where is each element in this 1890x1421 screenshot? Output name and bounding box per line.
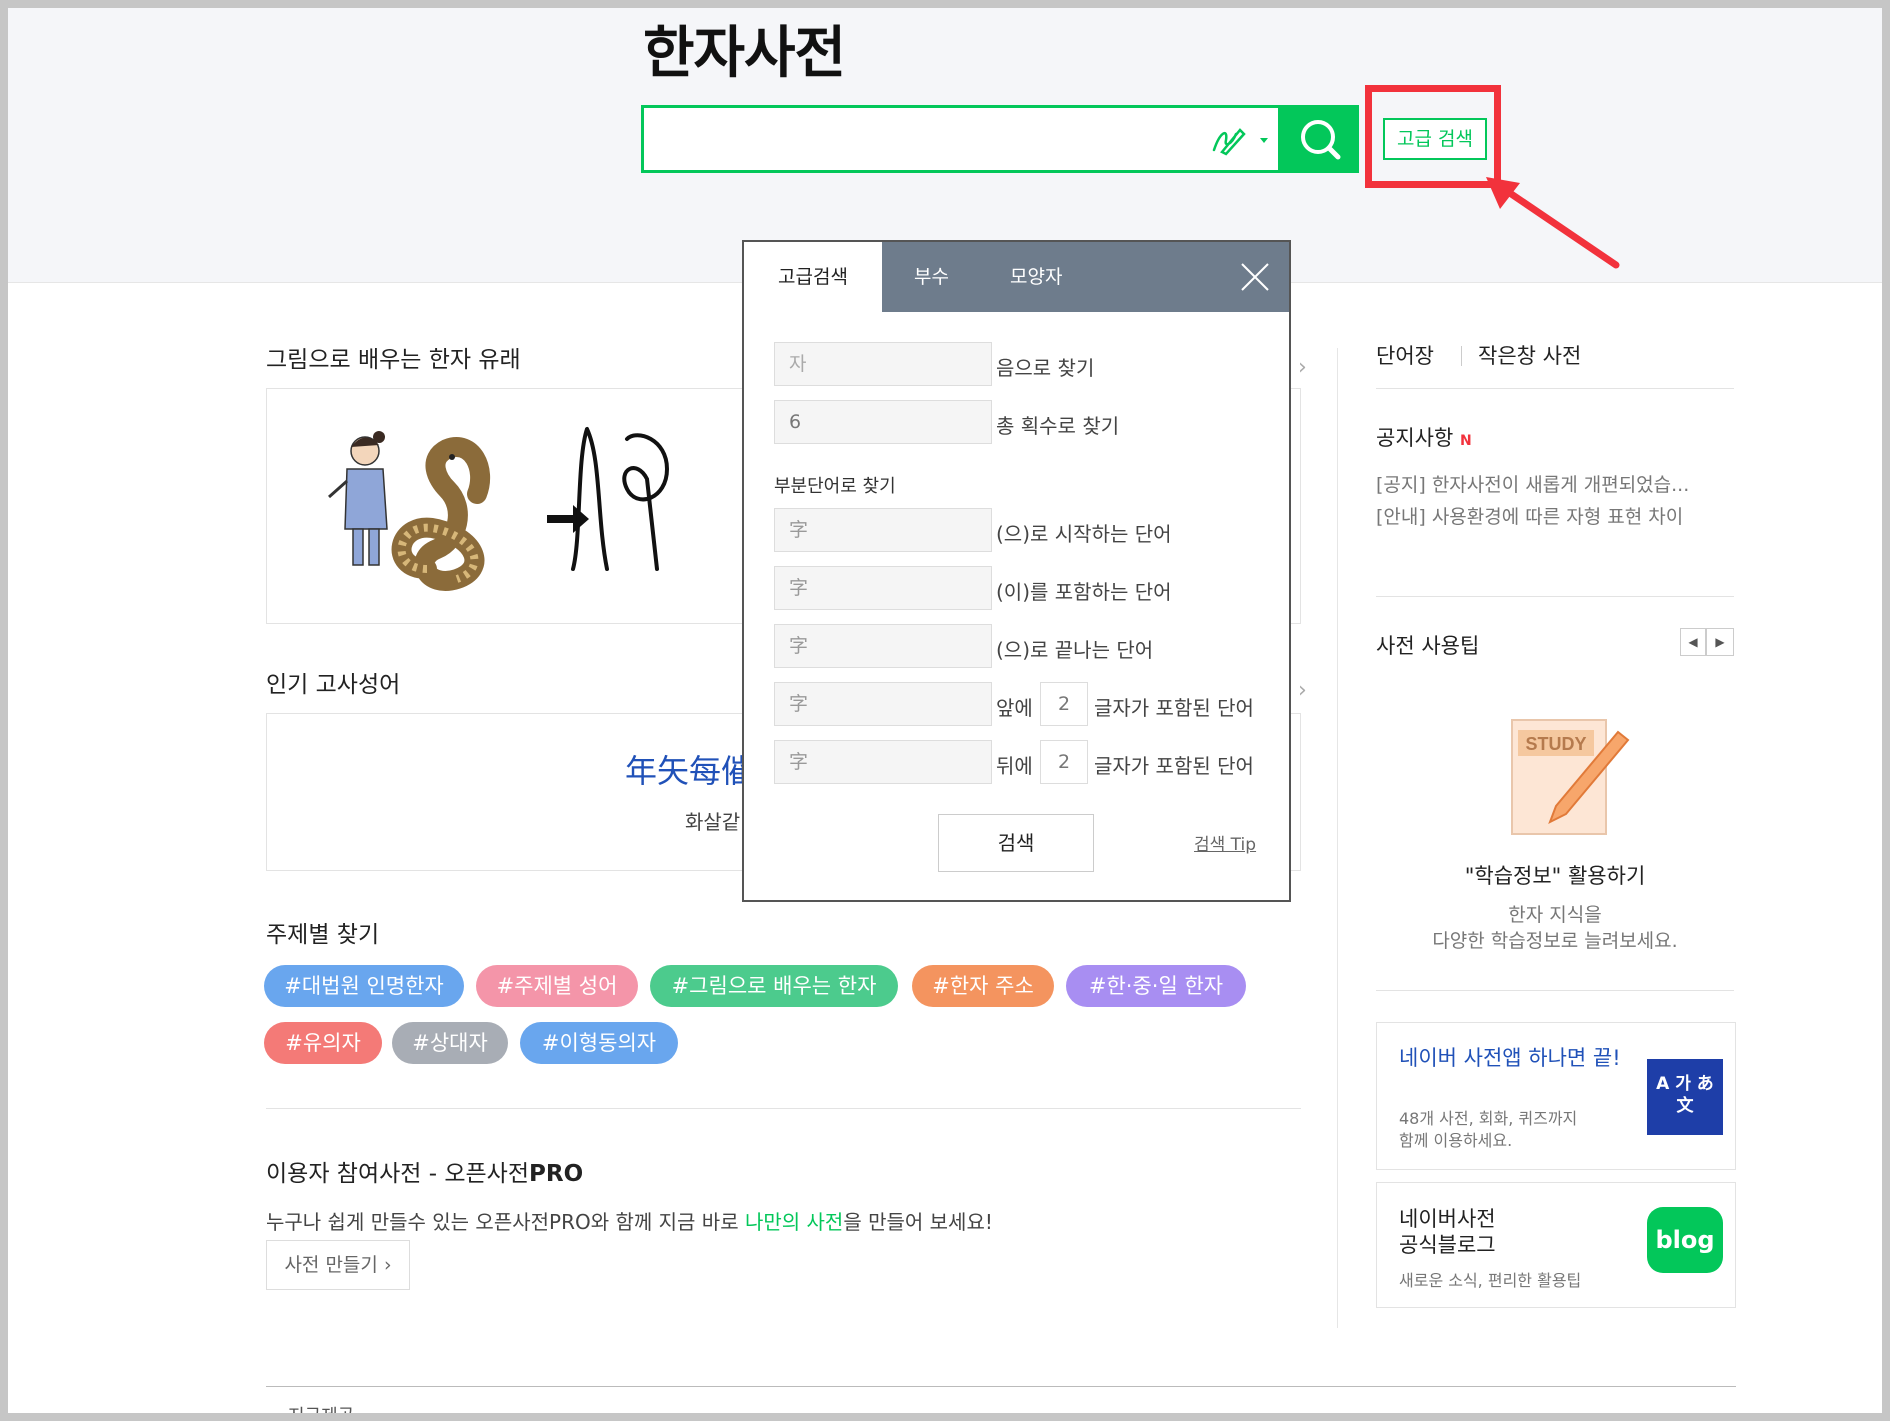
notice-item-1[interactable]: [공지] 한자사전이 새롭게 개편되었습... (1376, 470, 1734, 497)
stroke-count-label: 총 획수로 찾기 (996, 414, 1120, 438)
tab-radical[interactable]: 부수 (914, 242, 949, 312)
make-dictionary-label: 사전 만들기 (284, 1254, 378, 1276)
ends-with-label: (으)로 끝나는 단어 (996, 638, 1154, 662)
search-box[interactable] (641, 105, 1281, 173)
column-separator (1337, 348, 1338, 1328)
app-promo-title: 네이버 사전앱 하나면 끝! (1399, 1046, 1621, 1070)
idiom-hanja[interactable]: 年矢每催 (625, 746, 753, 792)
tips-desc-1: 한자 지식을 (1508, 904, 1602, 926)
back-count-label: 글자가 포함된 단어 (1094, 754, 1254, 778)
search-input[interactable] (654, 116, 1188, 164)
contains-label: (이)를 포함하는 단어 (996, 580, 1172, 604)
open-dict-pro: PRO (529, 1161, 584, 1187)
tab-shape[interactable]: 모양자 (1010, 242, 1062, 312)
handwriting-icon (1212, 128, 1268, 156)
theme-tag-4[interactable]: #한자 주소 (912, 965, 1054, 1007)
partial-word-title: 부분단어로 찾기 (774, 476, 896, 497)
notice-title-text: 공지사항 (1376, 426, 1454, 450)
make-dictionary-button[interactable]: 사전 만들기 › (266, 1240, 410, 1290)
tips-desc-2: 다양한 학습정보로 늘려보세요. (1432, 930, 1678, 952)
dialog-search-button[interactable]: 검색 (938, 814, 1094, 872)
back-input[interactable]: 字 (774, 740, 992, 784)
search-button[interactable] (1281, 105, 1359, 173)
tab-advanced[interactable]: 고급검색 (744, 242, 882, 312)
page-title: 한자사전 (643, 21, 846, 86)
front-label: 앞에 (996, 696, 1033, 720)
sidebar-divider-3 (1376, 990, 1734, 991)
theme-tag-2[interactable]: #주제별 성어 (476, 965, 638, 1007)
theme-tag-7[interactable]: #상대자 (392, 1022, 508, 1064)
footer-divider (266, 1386, 1736, 1387)
blog-icon: blog (1647, 1207, 1723, 1273)
tips-title: 사전 사용팁 (1376, 634, 1480, 658)
notice-title: 공지사항 N (1376, 422, 1472, 452)
dialog-tab-bar: 고급검색 부수 모양자 (744, 242, 1289, 312)
sound-label: 음으로 찾기 (996, 356, 1095, 380)
blog-promo-title-2: 공식블로그 (1399, 1233, 1496, 1257)
contains-input[interactable]: 字 (774, 566, 992, 610)
tips-next-button[interactable]: ▶ (1706, 628, 1734, 656)
theme-tag-1[interactable]: #대법원 인명한자 (264, 965, 464, 1007)
ends-with-input[interactable]: 字 (774, 624, 992, 668)
mini-dictionary-link[interactable]: 작은창 사전 (1478, 340, 1581, 370)
link-separator (1461, 346, 1462, 366)
open-dict-desc: 누구나 쉽게 만들수 있는 오픈사전PRO와 함께 지금 바로 나만의 사전을 … (266, 1206, 993, 1235)
stroke-count-input[interactable]: 6 (774, 400, 992, 444)
back-label: 뒤에 (996, 754, 1033, 778)
search-tip-link[interactable]: 검색 Tip (1194, 830, 1256, 855)
seal-script-illustration (571, 427, 670, 571)
theme-tag-8[interactable]: #이형동의자 (520, 1022, 678, 1064)
front-input[interactable]: 字 (774, 682, 992, 726)
back-count-input[interactable]: 2 (1040, 740, 1088, 784)
theme-section-title: 주제별 찾기 (266, 922, 380, 948)
new-badge: N (1459, 433, 1472, 449)
open-dict-desc-after: 을 만들어 보세요! (843, 1210, 993, 1234)
section-divider (266, 1108, 1301, 1109)
blog-promo-desc: 새로운 소식, 편리한 활용팁 (1399, 1271, 1582, 1290)
tips-prev-button[interactable]: ◀ (1680, 628, 1706, 656)
footer-partial-text: 지구제공 (288, 1402, 354, 1413)
study-label: STUDY (1525, 734, 1586, 754)
theme-tag-6[interactable]: #유의자 (264, 1022, 382, 1064)
chevron-down-icon (1260, 138, 1268, 143)
picture-next-arrow[interactable]: › (1298, 355, 1307, 380)
sidebar-divider-2 (1376, 596, 1734, 597)
sound-input[interactable]: 자 (774, 342, 992, 386)
picture-section-title: 그림으로 배우는 한자 유래 (266, 347, 521, 373)
study-book-icon: STUDY (1511, 719, 1630, 835)
wordbook-link[interactable]: 단어장 (1376, 340, 1434, 370)
app-promo-card[interactable]: 네이버 사전앱 하나면 끝! 48개 사전, 회화, 퀴즈까지 함께 이용하세요… (1376, 1022, 1736, 1170)
open-dict-title: 이용자 참여사전 - 오픈사전PRO (266, 1154, 583, 1188)
advanced-search-dialog: 고급검색 부수 모양자 자 음으로 찾기 6 총 획수로 찾기 부분단어로 찾기… (742, 240, 1291, 902)
theme-tag-3[interactable]: #그림으로 배우는 한자 (650, 965, 898, 1007)
app-promo-desc-2: 함께 이용하세요. (1399, 1131, 1513, 1150)
idiom-next-arrow[interactable]: › (1298, 678, 1307, 703)
idiom-section-title: 인기 고사성어 (266, 672, 401, 698)
close-icon[interactable] (1240, 262, 1270, 292)
notice-item-2[interactable]: [안내] 사용환경에 따른 자형 표현 차이 (1376, 502, 1734, 529)
idiom-reading: 화살같 (685, 810, 741, 834)
handwriting-input-button[interactable] (1210, 122, 1280, 158)
search-icon (1301, 120, 1341, 160)
annotation-arrow-icon (1486, 177, 1620, 269)
blog-promo-card[interactable]: 네이버사전 공식블로그 새로운 소식, 편리한 활용팁 blog (1376, 1182, 1736, 1308)
open-dict-title-text: 이용자 참여사전 - 오픈사전 (266, 1161, 529, 1187)
theme-tag-5[interactable]: #한·중·일 한자 (1066, 965, 1246, 1007)
open-dict-link[interactable]: 나만의 사전 (745, 1210, 843, 1234)
sidebar-divider-1 (1376, 388, 1734, 389)
tips-headline[interactable]: "학습정보" 활용하기 (1376, 860, 1734, 890)
open-dict-desc-before: 누구나 쉽게 만들수 있는 오픈사전PRO와 함께 지금 바로 (266, 1210, 745, 1234)
starts-with-label: (으)로 시작하는 단어 (996, 522, 1172, 546)
starts-with-input[interactable]: 字 (774, 508, 992, 552)
front-count-label: 글자가 포함된 단어 (1094, 696, 1254, 720)
dictionary-app-icon: A 가 あ 文 (1647, 1059, 1723, 1135)
app-promo-desc-1: 48개 사전, 회화, 퀴즈까지 (1399, 1109, 1578, 1128)
browser-viewport: 한자사전 고급 검색 그림으로 배우는 한자 유래 › 인기 고사성어 年矢每催… (8, 8, 1882, 1413)
front-count-input[interactable]: 2 (1040, 682, 1088, 726)
